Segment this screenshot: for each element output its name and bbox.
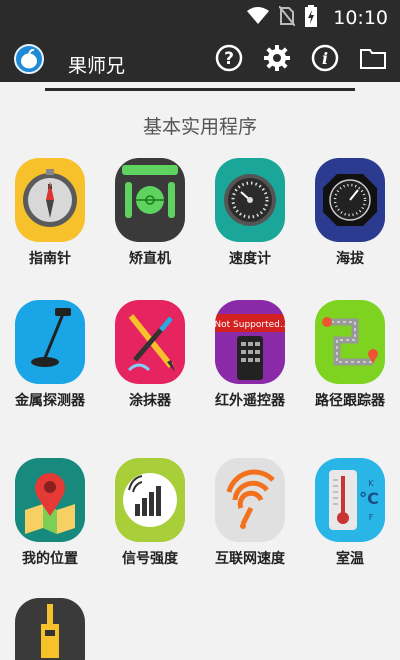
paint-icon [115,300,185,384]
wifi-icon [247,7,270,29]
svg-text:K: K [368,479,374,488]
info-icon[interactable]: i [310,43,340,73]
tool-label: 互联网速度 [215,551,285,567]
tool-paint[interactable]: 涂抹器 [100,300,200,410]
altimeter-icon [315,158,385,242]
tool-label: 海拔 [336,251,364,267]
tool-label: 路径跟踪器 [315,393,385,409]
signal-strength-icon [115,458,185,542]
battery-charging-icon [305,5,318,31]
internet-speed-icon [215,458,285,542]
folder-icon[interactable] [358,43,388,73]
tool-label: 涂抹器 [129,393,171,409]
tool-label: 室温 [336,551,364,567]
thermometer-icon: K °C F [315,458,385,542]
app-bar: 果师兄 ? i [0,36,400,82]
settings-icon[interactable] [262,43,292,73]
svg-text:?: ? [224,49,234,69]
remote-control-icon: Not Supported.. [215,300,285,384]
status-time: 10:10 [333,7,388,29]
apple-logo-icon[interactable] [14,44,44,74]
tool-internet-speed[interactable]: 互联网速度 [200,458,300,568]
tool-light[interactable] [0,598,100,660]
tool-level[interactable]: 矫直机 [100,158,200,268]
level-icon [115,158,185,242]
svg-text:F: F [369,513,374,522]
tool-label: 速度计 [229,251,271,267]
svg-text:i: i [322,49,328,68]
tool-label: 金属探测器 [15,393,85,409]
compass-icon: N [15,158,85,242]
tool-altimeter[interactable]: 海拔 [300,158,400,268]
not-supported-badge: Not Supported.. [215,320,285,330]
tool-metal-detector[interactable]: 金属探测器 [0,300,100,410]
speedometer-icon [215,158,285,242]
section-title: 基本实用程序 [142,116,257,138]
tool-label: 红外遥控器 [215,393,285,409]
app-title: 果师兄 [68,55,126,77]
route-icon [315,300,385,384]
status-bar: 10:10 [0,0,400,36]
tool-label: 我的位置 [22,551,78,567]
tool-label: 指南针 [29,251,71,267]
svg-text:°C: °C [359,489,379,508]
tool-route-tracker[interactable]: 路径跟踪器 [300,300,400,410]
tool-speedometer[interactable]: 速度计 [200,158,300,268]
metal-detector-icon [15,300,85,384]
tool-compass[interactable]: N 指南针 [0,158,100,268]
tool-signal-strength[interactable]: 信号强度 [100,458,200,568]
help-icon[interactable]: ? [214,43,244,73]
title-divider [45,88,355,91]
light-icon [15,598,85,660]
tool-label: 信号强度 [122,551,178,567]
svg-text:N: N [47,183,52,191]
tool-label: 矫直机 [129,251,171,267]
location-pin-icon [15,458,85,542]
tool-my-location[interactable]: 我的位置 [0,458,100,568]
no-sim-icon [278,5,297,30]
tool-remote-control[interactable]: Not Supported.. 红外遥控器 [200,300,300,410]
tool-room-temperature[interactable]: K °C F 室温 [300,458,400,568]
